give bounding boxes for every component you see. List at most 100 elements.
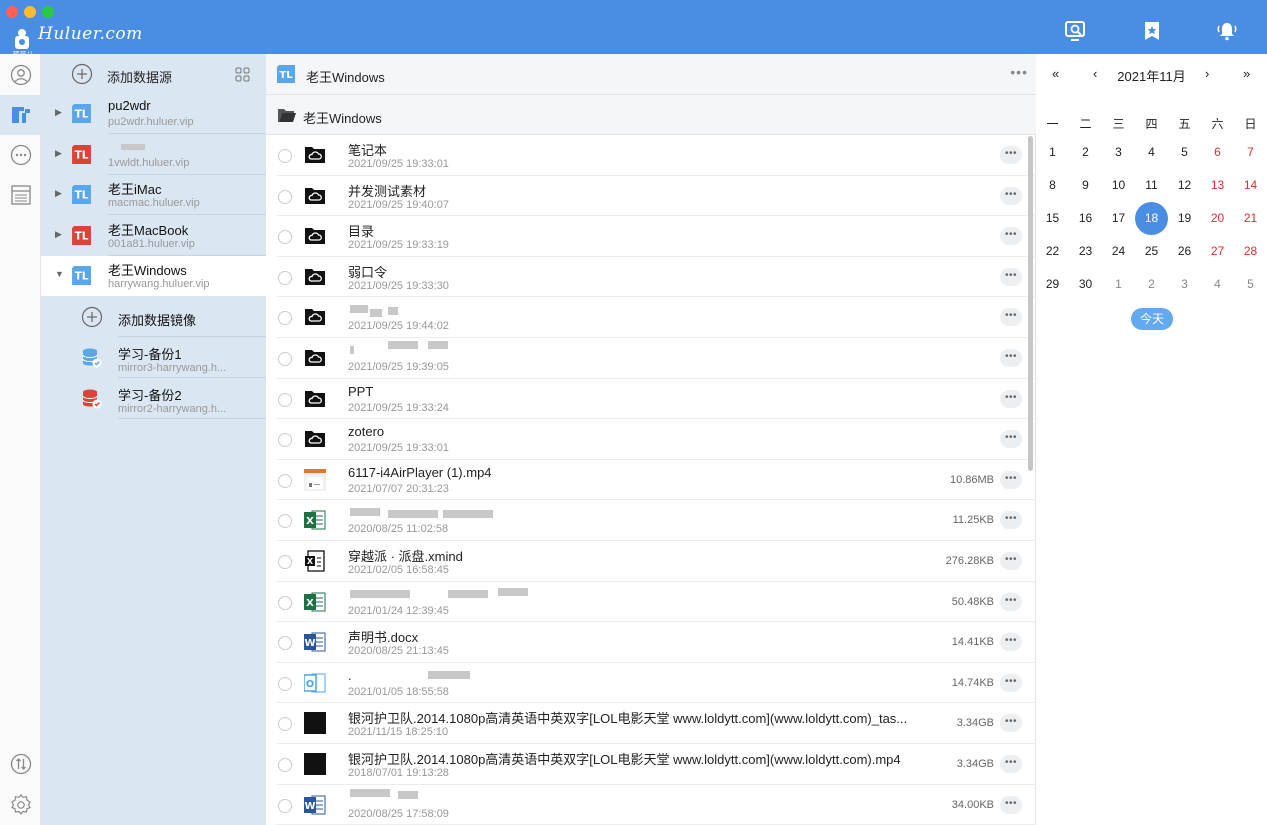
row-select-radio[interactable]: [278, 311, 292, 326]
breadcrumb-current[interactable]: 老王Windows: [303, 108, 382, 127]
calendar-day[interactable]: 21: [1234, 202, 1267, 235]
row-more-button[interactable]: •••: [1000, 795, 1022, 814]
file-name[interactable]: 弱口令: [348, 262, 387, 281]
file-row[interactable]: 弱口令 2021/09/25 19:33:30 •••: [266, 257, 1036, 298]
row-more-button[interactable]: •••: [1000, 470, 1022, 489]
next-year-button[interactable]: »: [1243, 66, 1250, 81]
calendar-day[interactable]: 4: [1201, 268, 1234, 301]
file-name[interactable]: zotero: [348, 424, 384, 439]
mirror-item[interactable]: 学习-备份2 mirror2-harrywang.h...: [41, 379, 266, 419]
calendar-day[interactable]: 16: [1069, 202, 1102, 235]
minimize-window-button[interactable]: [24, 6, 36, 18]
source-item[interactable]: ▶ TL 1vwldt.huluer.vip: [41, 135, 266, 175]
row-select-radio[interactable]: [278, 230, 292, 245]
user-icon[interactable]: [0, 55, 41, 95]
file-name[interactable]: PPT: [348, 384, 373, 399]
row-select-radio[interactable]: [278, 555, 292, 569]
file-list-scrollbar[interactable]: [1028, 136, 1033, 471]
calendar-day[interactable]: 7: [1234, 136, 1267, 169]
row-more-button[interactable]: •••: [1000, 755, 1022, 773]
file-row[interactable]: 6117-i4AirPlayer (1).mp4 2021/07/07 20:31…: [266, 460, 1036, 501]
calendar-day[interactable]: 13: [1201, 169, 1234, 202]
row-select-radio[interactable]: [278, 433, 292, 448]
row-more-button[interactable]: •••: [1000, 349, 1022, 367]
file-row[interactable]: W 声明书.docx 2020/08/25 21:13:45 14.41KB •••: [266, 622, 1036, 663]
calendar-day[interactable]: 26: [1168, 235, 1201, 268]
calendar-day[interactable]: 10: [1102, 169, 1135, 202]
calendar-day[interactable]: 29: [1036, 268, 1069, 301]
row-select-radio[interactable]: [278, 189, 292, 204]
file-row[interactable]: 银河护卫队.2014.1080p高清英语中英双字[LOL电影天堂 www.lol…: [266, 744, 1036, 785]
row-select-radio[interactable]: [278, 595, 292, 610]
file-row[interactable]: zotero 2021/09/25 19:33:01 •••: [266, 419, 1036, 460]
row-select-radio[interactable]: [278, 798, 292, 813]
file-name[interactable]: 银河护卫队.2014.1080p高清英语中英双字[LOL电影天堂 www.lol…: [348, 749, 901, 768]
drive-icon[interactable]: [0, 95, 41, 135]
source-item[interactable]: ▼ TL 老王Windows harrywang.huluer.vip: [41, 256, 266, 297]
grid-view-icon[interactable]: [235, 67, 250, 85]
calendar-day[interactable]: 6: [1201, 136, 1234, 169]
file-row[interactable]: O. 2021/01/05 18:55:58 14.74KB •••: [266, 663, 1036, 704]
calendar-day[interactable]: 19: [1168, 202, 1201, 235]
calendar-day[interactable]: 17: [1102, 202, 1135, 235]
calendar-day-today[interactable]: 18: [1135, 202, 1168, 235]
calendar-day[interactable]: 3: [1102, 136, 1135, 169]
row-select-radio[interactable]: [278, 270, 292, 285]
source-item[interactable]: ▶ TL 老王MacBook 001a81.huluer.vip: [41, 216, 266, 256]
file-row[interactable]: 2021/09/25 19:44:02 •••: [266, 297, 1036, 338]
row-more-button[interactable]: •••: [1000, 430, 1022, 449]
row-more-button[interactable]: •••: [1000, 186, 1022, 205]
row-select-radio[interactable]: [278, 636, 292, 651]
file-row[interactable]: 2021/09/25 19:39:05 •••: [266, 338, 1036, 379]
row-more-button[interactable]: •••: [1000, 227, 1022, 246]
next-month-button[interactable]: ›: [1205, 66, 1209, 81]
calendar-day[interactable]: 1: [1036, 136, 1069, 169]
row-more-button[interactable]: •••: [1000, 633, 1022, 652]
calendar-day[interactable]: 23: [1069, 235, 1102, 268]
row-select-radio[interactable]: [278, 473, 292, 488]
file-name[interactable]: 银河护卫队.2014.1080p高清英语中英双字[LOL电影天堂 www.lol…: [348, 708, 907, 727]
today-button[interactable]: 今天: [1131, 308, 1173, 330]
row-more-button[interactable]: •••: [1000, 511, 1022, 530]
star-bookmark-icon[interactable]: [1141, 20, 1163, 42]
file-row[interactable]: 笔记本 2021/09/25 19:33:01 •••: [266, 135, 1036, 176]
calendar-day[interactable]: 15: [1036, 202, 1069, 235]
file-name[interactable]: 目录: [348, 221, 374, 240]
row-select-radio[interactable]: [278, 676, 292, 691]
chat-icon[interactable]: [0, 135, 41, 175]
file-row[interactable]: X 2021/01/24 12:39:45 50.48KB •••: [266, 582, 1036, 623]
row-select-radio[interactable]: [278, 352, 292, 366]
add-circle-icon[interactable]: [71, 63, 93, 88]
row-select-radio[interactable]: [278, 392, 292, 407]
row-more-button[interactable]: •••: [1000, 267, 1022, 286]
calendar-day[interactable]: 9: [1069, 169, 1102, 202]
calendar-day[interactable]: 20: [1201, 202, 1234, 235]
close-window-button[interactable]: [6, 6, 18, 18]
file-row[interactable]: 目录 2021/09/25 19:33:19 •••: [266, 216, 1036, 257]
calendar-day[interactable]: 30: [1069, 268, 1102, 301]
calendar-day[interactable]: 5: [1168, 136, 1201, 169]
calendar-day[interactable]: 2: [1069, 136, 1102, 169]
mirror-item[interactable]: 学习-备份1 mirror3-harrywang.h...: [41, 338, 266, 378]
calendar-day[interactable]: 28: [1234, 235, 1267, 268]
file-row[interactable]: PPT 2021/09/25 19:33:24 •••: [266, 379, 1036, 420]
row-select-radio[interactable]: [278, 717, 292, 732]
calendar-day[interactable]: 24: [1102, 235, 1135, 268]
triangle-right-icon[interactable]: ▶: [55, 188, 62, 199]
transfer-icon[interactable]: [0, 744, 41, 784]
file-name[interactable]: 穿越派 · 派盘.xmind: [348, 546, 463, 565]
source-item[interactable]: ▶ TL 老王iMac macmac.huluer.vip: [41, 175, 266, 216]
triangle-right-icon[interactable]: ▶: [55, 229, 62, 240]
calendar-day[interactable]: 27: [1201, 235, 1234, 268]
triangle-down-icon[interactable]: ▼: [55, 269, 64, 279]
calendar-day[interactable]: 1: [1102, 268, 1135, 301]
file-name[interactable]: 笔记本: [348, 140, 387, 159]
row-select-radio[interactable]: [278, 149, 292, 163]
file-row[interactable]: X 2020/08/25 11:02:58 11.25KB •••: [266, 500, 1036, 541]
bell-icon[interactable]: [1216, 20, 1238, 42]
file-name[interactable]: 并发测试素材: [348, 181, 426, 200]
add-source-label[interactable]: 添加数据源: [107, 67, 172, 86]
source-item[interactable]: ▶ TL pu2wdr pu2wdr.huluer.vip: [41, 94, 266, 134]
row-more-button[interactable]: •••: [1000, 146, 1022, 164]
add-source-row[interactable]: 添加数据源: [41, 54, 266, 94]
